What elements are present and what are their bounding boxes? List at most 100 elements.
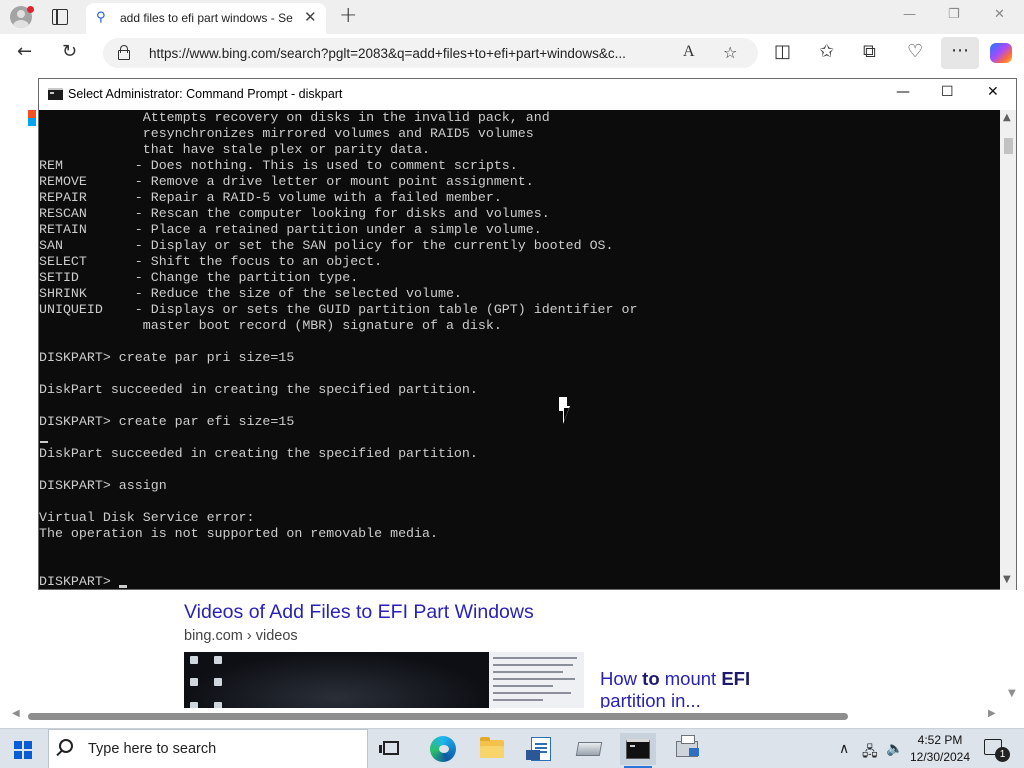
start-button-windows-icon[interactable] [14, 741, 32, 759]
search-icon: ⚲ [96, 10, 106, 25]
cmd-scroll-down-icon[interactable]: ▼ [1003, 574, 1011, 585]
windows-taskbar: Type here to search ∧ 🖧 🔈 4:52 PM 12/30/… [0, 728, 1024, 768]
console-line: DISKPART> assign [39, 478, 167, 493]
console-line: DiskPart succeeded in creating the speci… [39, 446, 478, 461]
console-line: SAN - Display or set the SAN policy for … [39, 238, 614, 253]
scroll-left-icon[interactable]: ◀ [12, 708, 20, 719]
console-line: SHRINK - Reduce the size of the selected… [39, 286, 462, 301]
console-line: DiskPart succeeded in creating the speci… [39, 382, 478, 397]
lock-icon[interactable] [117, 45, 130, 60]
tab-active[interactable]: ⚲ add files to efi part windows - Se ✕ [86, 3, 326, 34]
folder-icon [480, 737, 504, 758]
console-line: RETAIN - Place a retained partition unde… [39, 222, 542, 237]
browser-close-button[interactable]: ✕ [994, 7, 1005, 22]
search-icon [59, 739, 73, 753]
cmd-vertical-scrollbar[interactable]: ▲ ▼ [1000, 110, 1016, 590]
tab-title: add files to efi part windows - Se [120, 11, 293, 25]
console-line: UNIQUEID - Displays or sets the GUID par… [39, 302, 638, 317]
read-aloud-icon[interactable]: A [683, 43, 695, 61]
clock-date[interactable]: 12/30/2024 [908, 750, 972, 764]
document-icon [526, 737, 551, 761]
favorites-icon[interactable]: ✩ [819, 41, 834, 62]
cmd-close-button[interactable]: ✕ [987, 84, 999, 100]
split-screen-icon[interactable]: ◫ [774, 41, 791, 62]
console-line: DISKPART> create par pri size=15 [39, 350, 295, 365]
printer-icon [676, 735, 699, 757]
command-prompt-window[interactable]: Select Administrator: Command Prompt - d… [38, 78, 1017, 590]
video-source: bing.com › videos [184, 628, 298, 644]
horizontal-scroll-thumb[interactable] [28, 713, 848, 720]
instruction-thumbnail-image [489, 652, 584, 709]
bing-logo-icon[interactable] [28, 110, 36, 126]
taskbar-printer-button[interactable] [669, 733, 705, 765]
taskbar-drive-button[interactable] [571, 733, 607, 765]
page-horizontal-scrollbar[interactable]: ◀ ▶ [0, 708, 1010, 724]
console-line: master boot record (MBR) signature of a … [39, 318, 502, 333]
taskbar-notepad-button[interactable] [522, 733, 558, 765]
task-view-button[interactable] [374, 733, 410, 765]
desktop-thumbnail-image [184, 652, 489, 709]
console-prompt: DISKPART> [39, 574, 119, 589]
refresh-icon[interactable]: ↻ [62, 41, 77, 62]
browser-essentials-icon[interactable]: ♡ [907, 41, 923, 62]
command-prompt-icon [626, 739, 650, 759]
notification-count-badge: 1 [995, 747, 1010, 762]
profile-notification-dot [27, 6, 34, 13]
tab-actions-icon[interactable] [52, 9, 68, 25]
new-tab-button[interactable]: + [339, 3, 357, 28]
settings-menu-button[interactable]: ⋯ [941, 37, 979, 69]
console-line: Attempts recovery on disks in the invali… [39, 110, 550, 125]
address-bar[interactable]: https://www.bing.com/search?pglt=2083&q=… [103, 38, 758, 68]
console-line: resynchronizes mirrored volumes and RAID… [39, 126, 534, 141]
console-line: The operation is not supported on remova… [39, 526, 438, 541]
browser-minimize-button[interactable]: — [903, 7, 916, 22]
address-url[interactable]: https://www.bing.com/search?pglt=2083&q=… [149, 46, 669, 61]
back-icon[interactable]: ← [17, 41, 32, 62]
drive-icon [575, 742, 603, 756]
taskbar-file-explorer-button[interactable] [474, 733, 510, 765]
console-output-area[interactable]: Attempts recovery on disks in the invali… [39, 110, 1000, 590]
taskbar-command-prompt-button[interactable] [620, 733, 656, 768]
cmd-title-bar[interactable]: Select Administrator: Command Prompt - d… [39, 79, 1016, 110]
console-prompt-line[interactable]: DISKPART> [39, 574, 1000, 590]
console-line: that have stale plex or parity data. [39, 142, 430, 157]
taskbar-search-box[interactable]: Type here to search [48, 729, 368, 768]
console-line: RESCAN - Rescan the computer looking for… [39, 206, 550, 221]
cmd-minimize-button[interactable]: — [896, 84, 910, 100]
console-line: SETID - Change the partition type. [39, 270, 359, 285]
console-line: REM - Does nothing. This is used to comm… [39, 158, 518, 173]
video-thumbnail[interactable] [184, 652, 584, 709]
cmd-scroll-thumb[interactable] [1004, 138, 1013, 154]
show-hidden-icons-chevron-icon[interactable]: ∧ [839, 741, 849, 757]
console-text: Attempts recovery on disks in the invali… [39, 110, 1000, 590]
desktop-screen: ⚲ add files to efi part windows - Se ✕ +… [0, 0, 1024, 768]
page-scroll-down-icon[interactable]: ▼ [1008, 688, 1016, 699]
mouse-pointer-inner [564, 408, 569, 421]
cmd-maximize-button[interactable]: ☐ [941, 84, 954, 100]
task-view-icon [379, 741, 399, 755]
cmd-scroll-up-icon[interactable]: ▲ [1003, 112, 1011, 123]
text-cursor [118, 585, 127, 588]
network-icon[interactable]: 🖧 [862, 741, 878, 765]
video-section-title-link[interactable]: Videos of Add Files to EFI Part Windows [184, 601, 534, 624]
scroll-right-icon[interactable]: ▶ [988, 708, 996, 719]
search-placeholder: Type here to search [88, 741, 217, 757]
clock-time[interactable]: 4:52 PM [912, 733, 968, 747]
browser-restore-button[interactable]: ❐ [948, 7, 960, 22]
tab-close-icon[interactable]: ✕ [304, 8, 317, 26]
side-card-title-link[interactable]: How to mount EFI partition in... [600, 668, 790, 712]
browser-toolbar: ← ↻ https://www.bing.com/search?pglt=208… [0, 34, 1024, 72]
copilot-icon[interactable] [990, 43, 1012, 63]
favorite-star-icon[interactable]: ☆ [723, 43, 737, 62]
volume-muted-icon[interactable]: 🔈 [886, 741, 903, 757]
taskbar-edge-button[interactable] [425, 733, 461, 765]
collections-icon[interactable]: ⧉ [863, 41, 876, 62]
console-line: SELECT - Shift the focus to an object. [39, 254, 383, 269]
